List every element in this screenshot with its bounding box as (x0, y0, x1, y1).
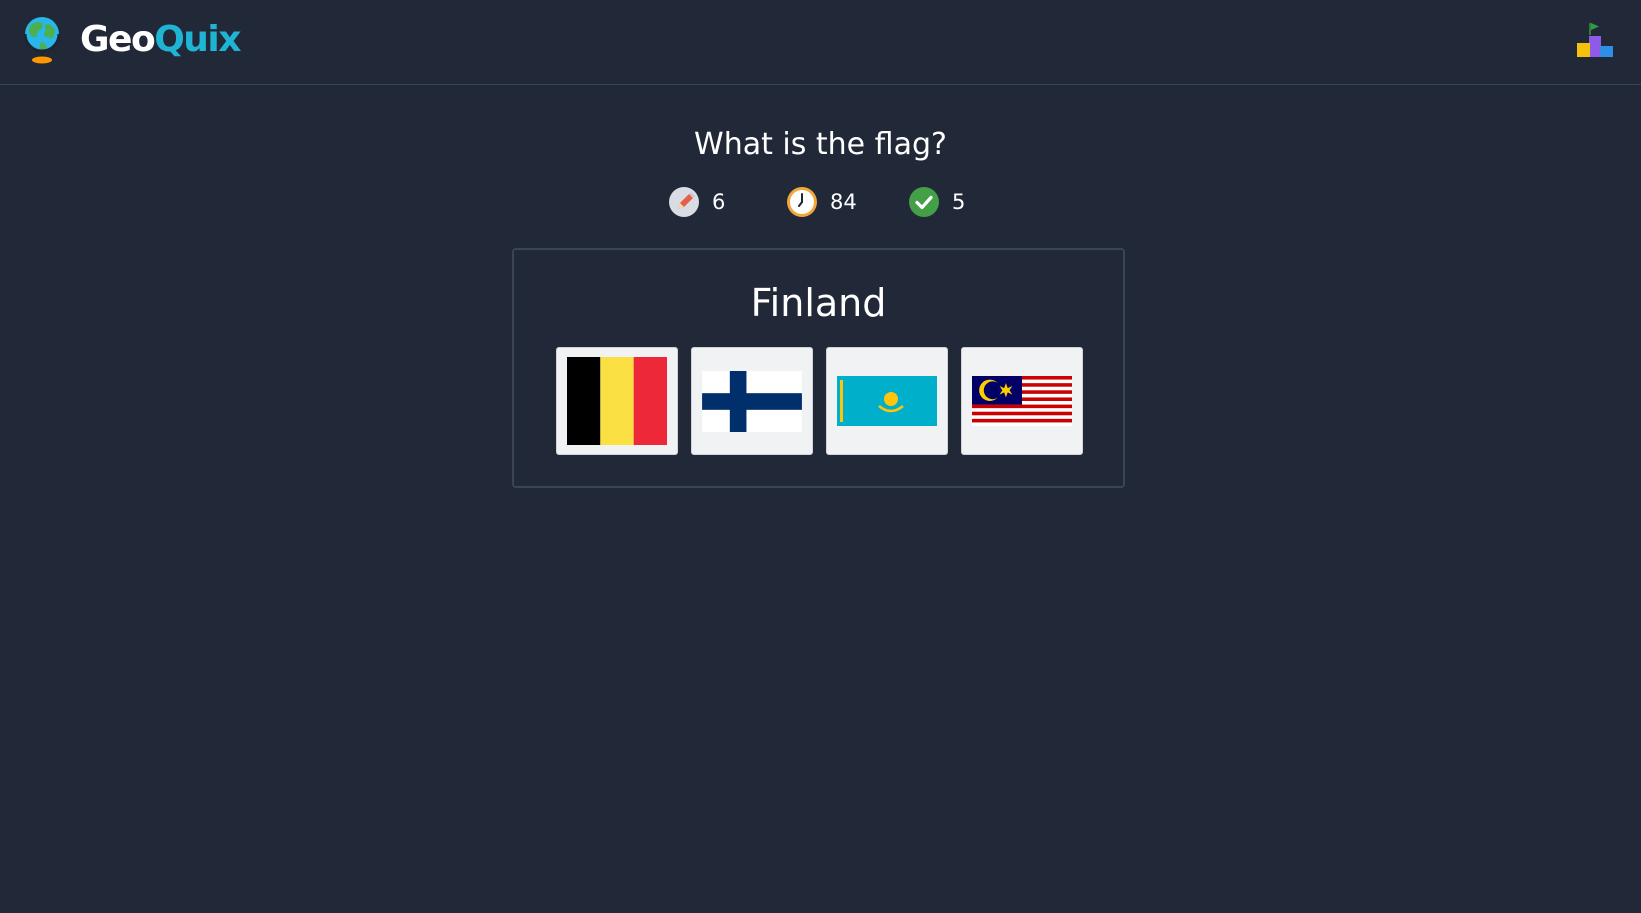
flag-option-malaysia[interactable] (961, 347, 1083, 455)
question-title: What is the flag? (694, 127, 947, 162)
timer-value: 84 (830, 190, 857, 214)
app-header: GeoQuix (0, 0, 1641, 85)
app-name-geo: Geo (80, 19, 156, 60)
app-name-quix: Quix (154, 19, 241, 60)
quiz-card: Finland (512, 248, 1125, 488)
attempts-value: 6 (712, 190, 726, 214)
app-name: GeoQuix (80, 18, 241, 62)
app-logo[interactable]: GeoQuix (22, 14, 241, 66)
clock-icon (787, 187, 817, 217)
timer-stat: 84 (786, 184, 857, 220)
correct-stat: 5 (908, 184, 965, 220)
finland-flag-icon (702, 370, 802, 432)
attempts-stat: 6 (668, 184, 725, 220)
pencil-icon (669, 187, 699, 217)
country-name: Finland (750, 281, 887, 325)
flag-options (556, 347, 1083, 455)
malaysia-flag-icon (972, 376, 1072, 426)
flag-option-belgium[interactable] (556, 347, 678, 455)
podium-icon (1577, 23, 1613, 57)
correct-value: 5 (952, 190, 966, 214)
flag-option-kazakhstan[interactable] (826, 347, 948, 455)
belgium-flag-icon (567, 357, 667, 445)
globe-icon (23, 17, 61, 64)
stats-bar: 6 84 5 (0, 184, 1641, 220)
check-icon (909, 187, 939, 217)
flag-option-finland[interactable] (691, 347, 813, 455)
leaderboard-button[interactable] (1575, 20, 1615, 60)
kazakhstan-flag-icon (837, 376, 937, 426)
